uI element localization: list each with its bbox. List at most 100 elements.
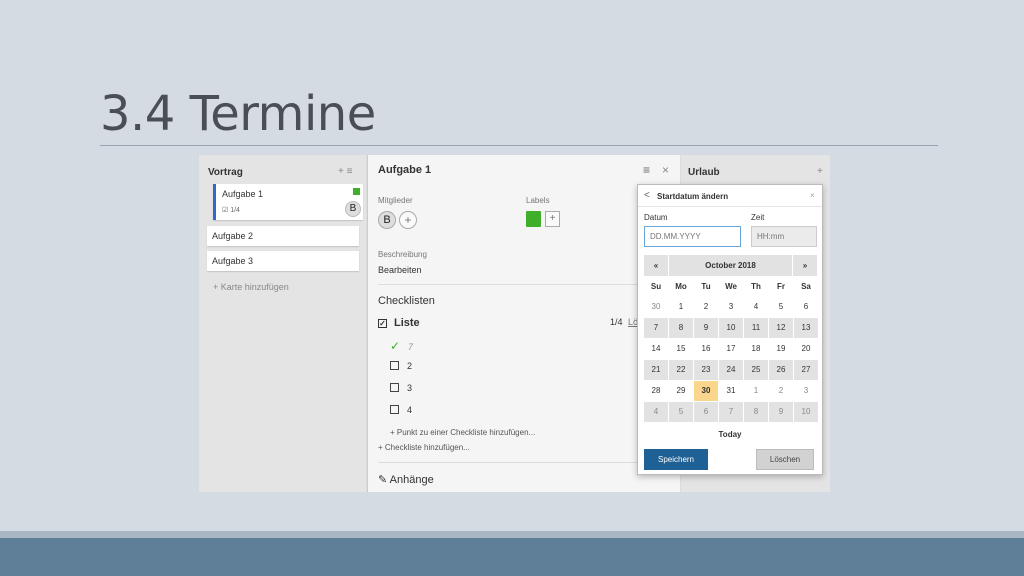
checkbox-icon[interactable] [390, 361, 399, 370]
calendar-day[interactable]: 3 [719, 297, 743, 317]
card-aufgabe-1[interactable]: Aufgabe 1 ☑ 1/4 B [213, 184, 363, 220]
green-label-icon [353, 188, 360, 195]
add-list-icon[interactable]: + [817, 166, 823, 177]
footer-bar [0, 538, 1024, 576]
checklist-item[interactable]: 3 [390, 383, 412, 393]
close-icon[interactable]: × [810, 191, 815, 200]
delete-button[interactable]: Löschen [756, 449, 814, 470]
checklist-title[interactable]: ✓ Liste [378, 317, 420, 329]
calendar-day[interactable]: 25 [744, 360, 768, 380]
calendar-day[interactable]: 1 [669, 297, 693, 317]
calendar-day[interactable]: 31 [719, 381, 743, 401]
checklist-item[interactable]: 2 [390, 361, 412, 371]
calendar-day[interactable]: 13 [794, 318, 818, 338]
calendar-day[interactable]: 20 [794, 339, 818, 359]
calendar-day[interactable]: 7 [719, 402, 743, 422]
calendar-day[interactable]: 14 [644, 339, 668, 359]
calendar-day[interactable]: 22 [669, 360, 693, 380]
calendar-day[interactable]: 21 [644, 360, 668, 380]
card-title: Aufgabe 3 [212, 256, 254, 266]
calendar-day[interactable]: 5 [769, 297, 793, 317]
calendar-day[interactable]: 2 [694, 297, 718, 317]
description-edit-link[interactable]: Bearbeiten [378, 265, 422, 275]
calendar-day[interactable]: 19 [769, 339, 793, 359]
calendar-day[interactable]: 30 [694, 381, 718, 401]
checkbox-icon[interactable] [390, 383, 399, 392]
calendar-day[interactable]: 9 [694, 318, 718, 338]
hamburger-icon[interactable]: ≡ [643, 163, 650, 177]
card-aufgabe-2[interactable]: Aufgabe 2 [207, 226, 359, 246]
calendar-day[interactable]: 4 [644, 402, 668, 422]
list-title: Vortrag [208, 167, 243, 178]
checklist-count: 1/4 [610, 317, 623, 327]
checklists-heading: Checklisten [378, 295, 435, 307]
calendar-day[interactable]: 29 [669, 381, 693, 401]
list-menu-icon[interactable]: + ≡ [338, 166, 352, 177]
checklist-badge: ☑ 1/4 [222, 207, 240, 214]
save-button[interactable]: Speichern [644, 449, 708, 470]
calendar-day[interactable]: 8 [744, 402, 768, 422]
popover-title: Startdatum ändern [657, 192, 729, 201]
calendar-day[interactable]: 1 [744, 381, 768, 401]
calendar-day[interactable]: 15 [669, 339, 693, 359]
weekday-header: Su [650, 282, 662, 291]
calendar-day[interactable]: 17 [719, 339, 743, 359]
attachments-heading: ✎ Anhänge [378, 473, 434, 486]
back-arrow-icon[interactable]: < [644, 190, 650, 201]
app-screenshot: Vortrag + ≡ Aufgabe 1 ☑ 1/4 B Aufgabe 2 … [199, 155, 830, 492]
description-label: Beschreibung [378, 250, 427, 259]
labels-label: Labels [526, 196, 550, 205]
calendar-day[interactable]: 16 [694, 339, 718, 359]
today-button[interactable]: Today [638, 430, 822, 439]
divider [378, 284, 672, 285]
calendar-day[interactable]: 10 [719, 318, 743, 338]
time-input[interactable] [751, 226, 817, 247]
member-avatar[interactable]: B [378, 211, 396, 229]
calendar-day[interactable]: 28 [644, 381, 668, 401]
calendar-day[interactable]: 3 [794, 381, 818, 401]
checkbox-icon[interactable] [390, 405, 399, 414]
calendar-day[interactable]: 10 [794, 402, 818, 422]
prev-month-button[interactable]: « [644, 255, 668, 276]
add-card-link[interactable]: + Karte hinzufügen [213, 282, 289, 292]
calendar-day[interactable]: 4 [744, 297, 768, 317]
add-label-icon[interactable]: + [545, 211, 560, 227]
calendar-day[interactable]: 7 [644, 318, 668, 338]
add-checklist-item-link[interactable]: + Punkt zu einer Checkliste hinzufügen..… [390, 428, 535, 437]
calendar-day[interactable]: 9 [769, 402, 793, 422]
card-aufgabe-3[interactable]: Aufgabe 3 [207, 251, 359, 271]
item-text: 4 [407, 405, 413, 415]
calendar-day[interactable]: 24 [719, 360, 743, 380]
list-vortrag: Vortrag + ≡ Aufgabe 1 ☑ 1/4 B Aufgabe 2 … [199, 155, 366, 492]
add-member-icon[interactable]: + [399, 211, 417, 229]
list-title: Urlaub [688, 167, 720, 178]
calendar-day[interactable]: 6 [794, 297, 818, 317]
calendar-day[interactable]: 30 [644, 297, 668, 317]
calendar-day[interactable]: 11 [744, 318, 768, 338]
item-text: 2 [407, 361, 413, 371]
calendar-day[interactable]: 8 [669, 318, 693, 338]
calendar-day[interactable]: 12 [769, 318, 793, 338]
weekday-header: Fr [777, 282, 785, 291]
calendar-day[interactable]: 26 [769, 360, 793, 380]
card-detail-panel: Aufgabe 1 ≡ × Mitglieder B + Labels + Be… [367, 155, 680, 492]
checklist-item[interactable]: 4 [390, 405, 412, 415]
date-input[interactable] [644, 226, 741, 247]
month-title[interactable]: October 2018 [669, 255, 792, 276]
calendar-day[interactable]: 2 [769, 381, 793, 401]
calendar-day[interactable]: 23 [694, 360, 718, 380]
green-label-chip[interactable] [526, 211, 541, 227]
calendar-day[interactable]: 27 [794, 360, 818, 380]
add-checklist-link[interactable]: + Checkliste hinzufügen... [378, 443, 470, 452]
attachments-label: Anhänge [389, 474, 434, 486]
calendar-day[interactable]: 6 [694, 402, 718, 422]
calendar-day[interactable]: 5 [669, 402, 693, 422]
close-icon[interactable]: × [662, 163, 669, 177]
divider [378, 462, 672, 463]
slide-title: 3.4 Termine [100, 86, 376, 142]
checklist-item[interactable]: ✓ 7 [390, 339, 413, 353]
calendar-day[interactable]: 18 [744, 339, 768, 359]
checkmark-icon[interactable]: ✓ [390, 339, 404, 353]
item-text: 3 [407, 383, 413, 393]
next-month-button[interactable]: » [793, 255, 817, 276]
